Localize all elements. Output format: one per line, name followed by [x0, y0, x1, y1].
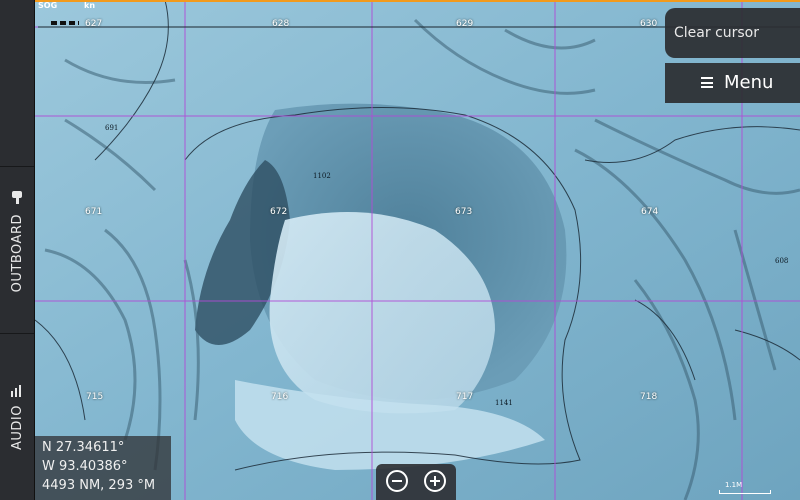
minus-icon [392, 480, 402, 482]
sog-label: SOG [38, 1, 58, 10]
map-scale: 1.1M [719, 481, 771, 496]
grid-cell-label: 629 [456, 19, 474, 29]
depth-sounding: 1102 [313, 172, 331, 180]
depth-sounding: 691 [105, 124, 119, 132]
sog-dashes [51, 21, 79, 25]
zoom-controls [376, 464, 456, 500]
left-sidebar: OUTBOARD AUDIO [0, 0, 35, 500]
grid-cell-label: 672 [270, 207, 288, 217]
grid-cell-label: 628 [272, 19, 290, 29]
outboard-motor-icon [12, 191, 22, 204]
sidebar-divider [0, 333, 34, 334]
clear-cursor-label: Clear cursor [674, 25, 760, 41]
scale-bar [719, 490, 771, 494]
sidebar-tab-label: AUDIO [9, 405, 25, 450]
clear-cursor-button[interactable]: Clear cursor [665, 8, 800, 58]
grid-cell-label: 671 [85, 207, 103, 217]
grid-cell-label: 627 [85, 19, 103, 29]
hamburger-icon [701, 77, 713, 88]
active-pane-border [35, 0, 800, 2]
sidebar-tab-audio[interactable]: AUDIO [0, 383, 34, 463]
cursor-range-bearing: 4493 NM, 293 °M [42, 478, 156, 493]
menu-button[interactable]: Menu [665, 63, 800, 103]
sog-indicator: SOG kn [38, 1, 95, 25]
grid-cell-label: 717 [456, 392, 474, 402]
grid-cell-label: 673 [455, 207, 473, 217]
sidebar-divider [0, 166, 34, 167]
grid-cell-label: 716 [271, 392, 289, 402]
cursor-latitude: N 27.34611° [42, 440, 125, 455]
depth-sounding: 608 [775, 257, 789, 265]
zoom-out-button[interactable] [386, 470, 408, 492]
menu-label: Menu [724, 72, 774, 93]
zoom-in-button[interactable] [424, 470, 446, 492]
sog-unit: kn [84, 1, 96, 10]
cursor-position-panel: N 27.34611° W 93.40386° 4493 NM, 293 °M [35, 436, 171, 500]
sidebar-tab-outboard[interactable]: OUTBOARD [0, 190, 34, 310]
sidebar-tab-label: OUTBOARD [9, 214, 25, 293]
depth-sounding: 1141 [495, 399, 513, 407]
cursor-longitude: W 93.40386° [42, 459, 128, 474]
grid-cell-label: 718 [640, 392, 658, 402]
audio-levels-icon [11, 385, 21, 397]
scale-label: 1.1M [725, 481, 743, 489]
grid-cell-label: 674 [641, 207, 659, 217]
grid-cell-label: 715 [86, 392, 104, 402]
grid-cell-label: 630 [640, 19, 658, 29]
plus-icon-vertical [434, 476, 436, 486]
